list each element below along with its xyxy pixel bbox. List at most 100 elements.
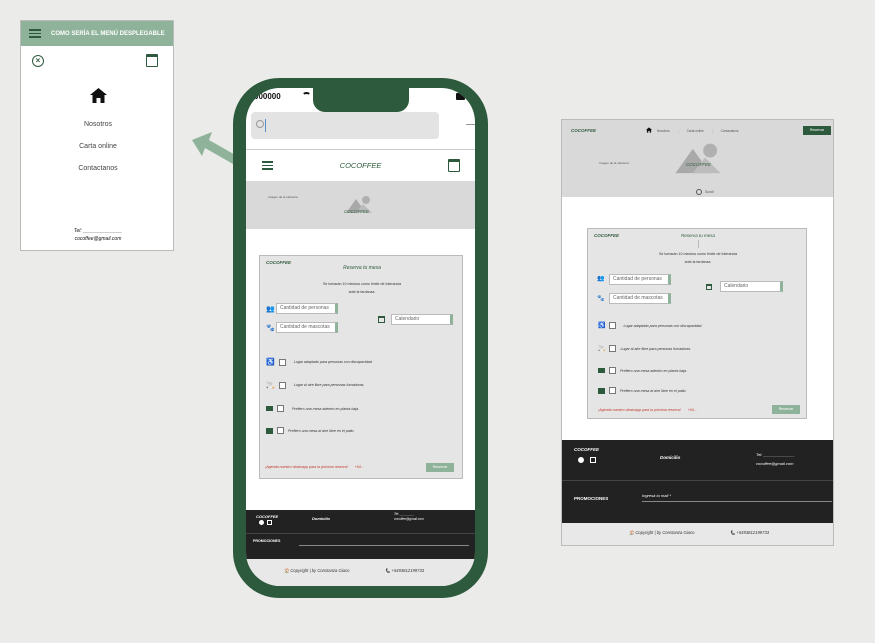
form-note-2: ante la tardanza. <box>684 260 712 264</box>
phone-screen: 000000 COCOFFEE Imagen de la cafetería C… <box>246 88 475 586</box>
desktop-footer: COCOFFEE Domicilio Tel: ______________ c… <box>562 440 833 523</box>
phone-icon: 📞 <box>385 568 391 573</box>
pets-icon: 🐾 <box>266 325 275 332</box>
form-title: Reserva tu mesa <box>343 265 381 271</box>
people-input[interactable]: Cantidad de personas <box>609 274 671 285</box>
form-note-2: ante la tardanza. <box>348 290 376 294</box>
menu-header: COMO SERÍA EL MENÚ DESPLEGABLE <box>21 21 173 46</box>
patio-icon <box>598 387 605 394</box>
submit-button[interactable]: Reservar <box>772 405 800 414</box>
whatsapp-text: ¡Agenda nuestro whatsapp para la próxima… <box>265 465 348 469</box>
table-icon <box>266 406 273 411</box>
menu-email: cocoffee@gmail.com <box>74 236 122 242</box>
desktop-mockup: COCOFFEE Nosotros | Carta online | Conta… <box>561 119 834 546</box>
nav-carta[interactable]: Carta online <box>687 129 704 133</box>
whatsapp-number: +54... <box>354 465 364 469</box>
instagram-icon[interactable] <box>267 520 272 525</box>
whatsapp-text: ¡Agenda nuestro whatsapp para la próxima… <box>598 408 681 412</box>
desktop-brand[interactable]: COCOFFEE <box>571 128 596 133</box>
menu-item-nosotros[interactable]: Nosotros <box>21 114 175 136</box>
menu-mockup: COMO SERÍA EL MENÚ DESPLEGABLE × Nosotro… <box>20 20 174 251</box>
scroll-label: Scroll <box>705 190 714 194</box>
search-input[interactable] <box>251 112 439 139</box>
option-label-2: Lugar al aire libre para personas fumado… <box>620 346 692 351</box>
option-label-4: Prefiero una mesa al aire libre en el pa… <box>288 428 355 433</box>
option-label-4: Prefiero una mesa al aire libre en el pa… <box>620 388 687 393</box>
option-checkbox-2[interactable] <box>609 345 617 352</box>
phone-notch <box>313 88 409 112</box>
scroll-icon[interactable] <box>696 189 702 195</box>
footer-tel: Tel: ______________ <box>756 452 795 457</box>
submit-button[interactable]: Reservar <box>426 463 454 472</box>
copyright-phone: +5493812199733 <box>391 568 425 573</box>
menu-header-title: COMO SERÍA EL MENÚ DESPLEGABLE <box>51 30 165 37</box>
option-label-3: Prefiero una mesa adentro en planta baja… <box>620 368 688 373</box>
phone-icon: 📞 <box>730 530 736 535</box>
calendar-small-icon <box>378 316 385 323</box>
desktop-header: COCOFFEE Nosotros | Carta online | Conta… <box>562 120 833 197</box>
reservar-button[interactable]: Reservar <box>803 126 831 135</box>
option-checkbox-2[interactable] <box>278 381 286 389</box>
smoking-icon: 🚬 <box>266 382 275 389</box>
option-checkbox-4[interactable] <box>609 387 616 394</box>
calendar-icon[interactable] <box>448 159 460 172</box>
option-label-2: Lugar al aire libre para personas fumado… <box>293 383 365 387</box>
phone-copyright: 🏠 Copyright | by Constanza Giaco 📞 +5493… <box>246 559 475 586</box>
footer-promociones: PROMOCIONES <box>253 539 281 543</box>
people-icon: 👥 <box>266 306 275 313</box>
copyright-icon: 🏠 <box>284 568 290 573</box>
option-label-1: Lugar adaptado para personas con discapa… <box>623 323 703 328</box>
close-icon[interactable]: × <box>32 55 44 67</box>
accessible-icon: ♿ <box>266 359 275 366</box>
menu-item-contactanos[interactable]: Contactanos <box>21 158 175 180</box>
form-title: Reserva tu mesa <box>680 233 715 238</box>
option-checkbox-3[interactable] <box>609 367 616 374</box>
option-checkbox-1[interactable] <box>278 358 286 366</box>
option-label-3: Prefiero una mesa adentro en planta baja… <box>292 406 360 411</box>
instagram-icon[interactable] <box>590 457 596 463</box>
footer-domicilio: Domicilio <box>660 455 681 460</box>
copyright-icon: 🏠 <box>629 530 635 535</box>
option-label-1: Lugar adaptado para personas con discapa… <box>293 360 373 364</box>
home-icon[interactable] <box>90 88 107 103</box>
option-checkbox-3[interactable] <box>277 405 284 412</box>
pets-input[interactable]: Cantidad de mascotas <box>609 293 671 304</box>
desktop-reservation-form: COCOFFEE Reserva tu mesa Se tomarán 10 m… <box>587 228 807 419</box>
newsletter-input[interactable] <box>299 545 469 546</box>
calendar-input[interactable]: Calendario <box>391 314 453 325</box>
footer-promociones: PROMOCIONES <box>574 496 609 501</box>
footer-brand: COCOFFEE <box>256 514 279 519</box>
reservation-form: COCOFFEE Reserva tu mesa Se tomarán 10 m… <box>259 255 463 479</box>
footer-domicilio: Domicilio <box>312 516 331 521</box>
calendar-input[interactable]: Calendario <box>720 281 783 292</box>
nav-contactanos[interactable]: Contactanos <box>721 129 739 133</box>
calendar-small-icon <box>706 284 712 290</box>
table-icon <box>598 368 605 373</box>
nav-nosotros[interactable]: Nosotros <box>657 129 670 133</box>
pets-input[interactable]: Cantidad de mascotas <box>276 322 338 333</box>
mountain-image-icon <box>672 141 724 174</box>
footer-email: cocoffee@gmail.com <box>756 461 794 466</box>
copyright-text: Copyright | by Constanza Giaco <box>290 568 350 573</box>
footer-brand: COCOFFEE <box>574 447 600 452</box>
people-icon: 👥 <box>597 276 605 282</box>
facebook-icon[interactable] <box>259 520 264 525</box>
status-carrier: 000000 <box>254 92 281 101</box>
phone-banner: Imagen de la cafetería COCOFFEE <box>246 181 475 229</box>
phone-brand[interactable]: COCOFFEE <box>246 161 475 170</box>
option-checkbox-4[interactable] <box>277 427 284 434</box>
people-input[interactable]: Cantidad de personas <box>276 303 338 314</box>
smoking-icon: 🚬 <box>598 346 606 352</box>
footer-email: cocoffee@gmail.com <box>394 517 424 521</box>
menu-item-carta[interactable]: Carta online <box>21 136 175 158</box>
battery-icon <box>456 93 465 100</box>
option-checkbox-1[interactable] <box>609 322 617 329</box>
home-icon[interactable] <box>646 127 652 133</box>
whatsapp-number: +54... <box>687 408 697 412</box>
copyright-phone: +5493812199733 <box>736 530 770 535</box>
form-note-1: Se tomarán 10 minutos como límite de tol… <box>322 282 402 286</box>
facebook-icon[interactable] <box>578 457 584 463</box>
calendar-icon[interactable] <box>146 54 158 67</box>
hamburger-icon[interactable] <box>29 29 41 38</box>
newsletter-input[interactable]: Ingresá tu mail * <box>642 493 832 502</box>
